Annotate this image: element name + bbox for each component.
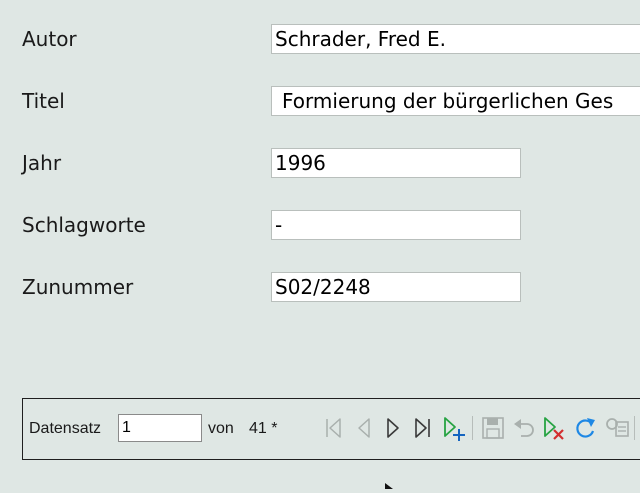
schlagworte-label: Schlagworte <box>22 213 146 237</box>
zunummer-label: Zunummer <box>22 275 134 299</box>
form-row-zunummer: Zunummer S02/2248 <box>0 271 640 303</box>
autor-label: Autor <box>22 27 77 51</box>
mouse-cursor-icon <box>384 474 398 493</box>
record-label: Datensatz <box>29 420 102 437</box>
form-row-titel: Titel Formierung der bürgerlichen Ges <box>0 85 640 117</box>
zunummer-field[interactable]: S02/2248 <box>271 272 521 302</box>
jahr-label: Jahr <box>22 151 62 175</box>
schlagworte-field[interactable]: - <box>271 210 521 240</box>
of-label: von <box>208 420 234 437</box>
previous-record-icon[interactable] <box>350 414 376 442</box>
toolbar-separator <box>472 416 473 440</box>
form-row-autor: Autor Schrader, Fred E. <box>0 23 640 55</box>
find-record-icon[interactable] <box>604 414 630 442</box>
record-navigation-bar: Datensatz von 41 * <box>22 398 640 460</box>
autor-field[interactable]: Schrader, Fred E. <box>271 24 640 54</box>
refresh-icon[interactable] <box>572 414 598 442</box>
titel-label: Titel <box>22 89 65 113</box>
last-record-icon[interactable] <box>410 414 436 442</box>
record-total: 41 * <box>249 420 278 437</box>
first-record-icon[interactable] <box>320 414 346 442</box>
titel-field[interactable]: Formierung der bürgerlichen Ges <box>271 86 640 116</box>
save-record-icon[interactable] <box>480 414 506 442</box>
form-row-schlagworte: Schlagworte - <box>0 209 640 241</box>
toolbar-separator <box>634 416 635 440</box>
undo-icon[interactable] <box>511 414 537 442</box>
next-record-icon[interactable] <box>380 414 406 442</box>
new-record-icon[interactable] <box>441 414 467 442</box>
delete-record-icon[interactable] <box>541 414 567 442</box>
form-row-jahr: Jahr 1996 <box>0 147 640 179</box>
jahr-field[interactable]: 1996 <box>271 148 521 178</box>
record-number-input[interactable] <box>118 414 202 442</box>
